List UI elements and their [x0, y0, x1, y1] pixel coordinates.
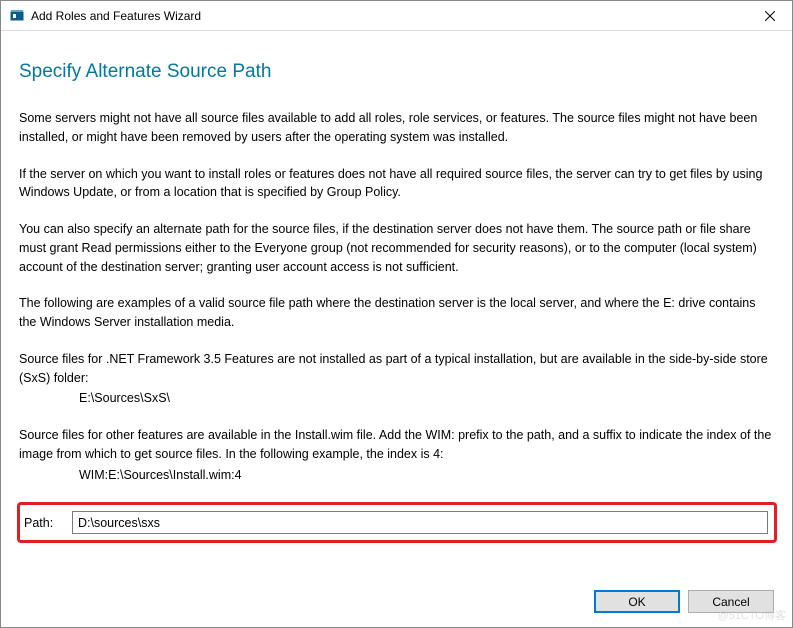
example-path-2: WIM:E:\Sources\Install.wim:4: [19, 466, 774, 485]
paragraph-5: Source files for .NET Framework 3.5 Feat…: [19, 350, 774, 388]
dialog-content: Specify Alternate Source Path Some serve…: [1, 31, 792, 553]
paragraph-2: If the server on which you want to insta…: [19, 165, 774, 203]
watermark: @51CTO博客: [718, 607, 786, 623]
paragraph-4: The following are examples of a valid so…: [19, 294, 774, 332]
example-path-1: E:\Sources\SxS\: [19, 389, 774, 408]
titlebar: Add Roles and Features Wizard: [1, 1, 792, 31]
paragraph-3: You can also specify an alternate path f…: [19, 220, 774, 276]
window-title: Add Roles and Features Wizard: [31, 9, 747, 23]
path-input-row: Path:: [17, 502, 777, 543]
path-label: Path:: [20, 516, 64, 530]
app-icon: [9, 8, 25, 24]
close-button[interactable]: [747, 1, 792, 31]
path-input[interactable]: [72, 511, 768, 534]
ok-button[interactable]: OK: [594, 590, 680, 613]
paragraph-6: Source files for other features are avai…: [19, 426, 774, 464]
paragraph-1: Some servers might not have all source f…: [19, 109, 774, 147]
page-heading: Specify Alternate Source Path: [19, 61, 774, 83]
